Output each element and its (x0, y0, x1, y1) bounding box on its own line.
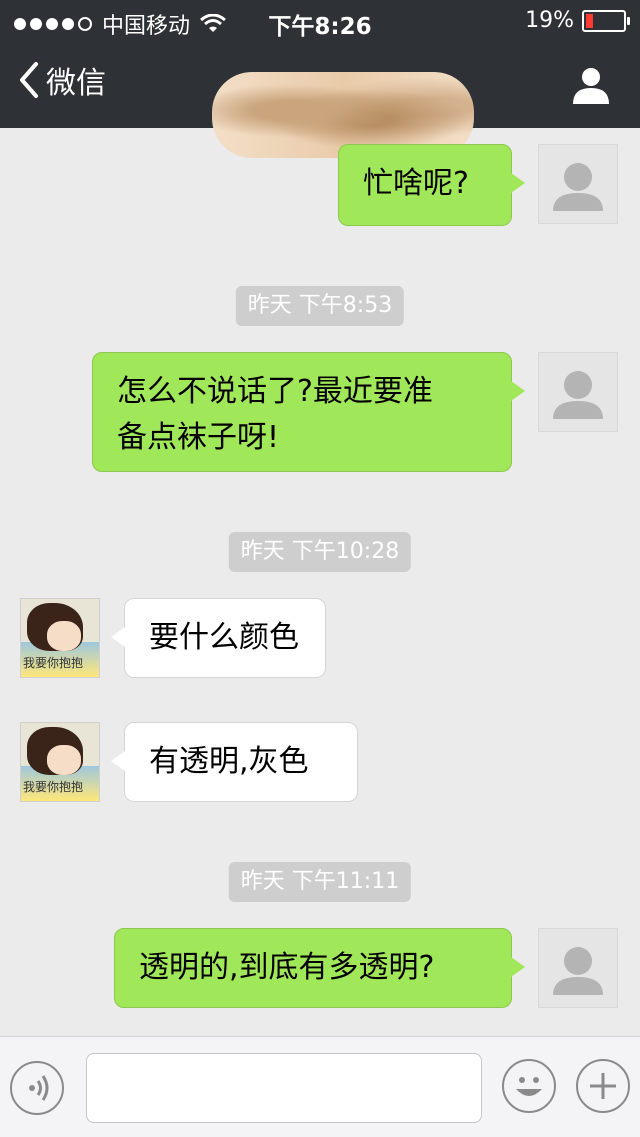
emoji-button[interactable] (502, 1059, 556, 1113)
smile-icon (516, 1077, 542, 1096)
self-avatar[interactable] (538, 928, 618, 1008)
more-button[interactable] (576, 1059, 630, 1113)
person-icon[interactable] (570, 64, 612, 106)
battery-percent: 19% (525, 8, 574, 33)
sent-message-bubble[interactable]: 透明的,到底有多透明? (114, 928, 525, 1008)
battery-fill (586, 13, 593, 28)
default-avatar-icon (553, 947, 603, 995)
timestamp-label: 昨天 下午10:28 (228, 532, 412, 572)
voice-button[interactable] (10, 1061, 64, 1115)
message-text: 有透明,灰色 (149, 744, 309, 779)
received-message-bubble[interactable]: 要什么颜色 (111, 598, 326, 678)
self-avatar[interactable] (538, 144, 618, 224)
sent-message-bubble[interactable]: 忙啥呢? (338, 144, 525, 226)
default-avatar-icon (553, 163, 603, 211)
message-input[interactable] (86, 1053, 482, 1123)
contact-avatar[interactable]: 我要你抱抱 (20, 722, 100, 802)
received-message-bubble[interactable]: 有透明,灰色 (111, 722, 358, 802)
timestamp-label: 昨天 下午8:53 (235, 286, 405, 326)
message-text: 忙啥呢? (363, 166, 469, 201)
battery-icon (582, 9, 630, 32)
sent-message-bubble[interactable]: 怎么不说话了?最近要准 备点袜子呀! (92, 352, 525, 472)
default-avatar-icon (553, 371, 603, 419)
chat-area[interactable]: 忙啥呢? 昨天 下午8:53 怎么不说话了?最近要准 备点袜子呀! 昨天 下午1… (0, 128, 640, 1036)
voice-icon (29, 1075, 49, 1101)
timestamp-label: 昨天 下午11:11 (228, 862, 412, 902)
message-text: 透明的,到底有多透明? (139, 950, 435, 985)
top-bar: 中国移动 下午8:26 19% 微信 (0, 0, 640, 158)
nav-bar: 微信 (0, 48, 640, 158)
back-button[interactable]: 微信 (16, 58, 106, 102)
contact-avatar[interactable]: 我要你抱抱 (20, 598, 100, 678)
back-label: 微信 (46, 66, 106, 101)
input-toolbar (0, 1036, 640, 1137)
chevron-left-icon (20, 62, 38, 98)
avatar-caption: 我要你抱抱 (23, 780, 84, 794)
avatar-caption: 我要你抱抱 (23, 656, 84, 670)
plus-icon (590, 1073, 616, 1099)
message-text-line: 怎么不说话了?最近要准 (117, 374, 433, 409)
status-bar: 中国移动 下午8:26 19% (0, 0, 640, 40)
message-text-line: 备点袜子呀! (117, 420, 280, 455)
message-text: 要什么颜色 (149, 620, 299, 655)
self-avatar[interactable] (538, 352, 618, 432)
status-right: 19% (525, 8, 630, 33)
